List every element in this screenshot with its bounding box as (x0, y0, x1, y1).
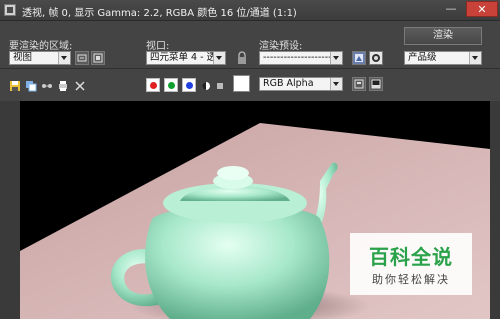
auto-region-icon[interactable] (91, 51, 105, 65)
watermark-subtitle: 助你轻松解决 (372, 273, 450, 286)
preset-label: 渲染预设: (259, 41, 303, 52)
toggle-ui-icon[interactable] (352, 77, 366, 91)
chevron-down-icon (213, 52, 225, 64)
area-label: 要渲染的区域: (9, 41, 73, 52)
copy-image-icon[interactable] (25, 80, 37, 92)
toggle-overlay-icon[interactable] (369, 77, 383, 91)
panel-divider (0, 68, 500, 69)
preset-dropdown[interactable]: -------------------------- (259, 51, 343, 65)
title-bar: 透视, 帧 0, 显示 Gamma: 2.2, RGBA 颜色 16 位/通道 … (0, 0, 500, 21)
watermark: 百科全说 助你轻松解决 (350, 233, 472, 295)
teapot-knob-top (217, 166, 249, 180)
viewport-dropdown[interactable]: 四元菜单 4 - 透视 (146, 51, 226, 65)
blue-dot-icon (186, 82, 193, 89)
chevron-down-icon (58, 52, 70, 64)
blue-channel-toggle[interactable] (182, 78, 196, 92)
quality-dropdown[interactable]: 产品级 (404, 51, 482, 65)
red-channel-toggle[interactable] (146, 78, 160, 92)
edit-region-icon[interactable] (75, 51, 89, 65)
alpha-display-icon[interactable] (200, 80, 212, 92)
area-dropdown-value: 视图 (13, 52, 33, 63)
close-button[interactable]: ✕ (466, 1, 498, 17)
quality-dropdown-value: 产品级 (408, 52, 437, 63)
channel-dropdown-value: RGB Alpha (263, 78, 314, 89)
green-channel-toggle[interactable] (164, 78, 178, 92)
chevron-down-icon (330, 52, 342, 64)
render-setup-icon[interactable] (352, 51, 366, 65)
watermark-title: 百科全说 (369, 245, 453, 269)
app-icon (4, 4, 16, 16)
print-icon[interactable] (57, 80, 69, 92)
color-swatch[interactable] (233, 75, 250, 92)
red-dot-icon (150, 82, 157, 89)
channel-dropdown[interactable]: RGB Alpha (259, 77, 343, 91)
chevron-down-icon (469, 52, 481, 64)
lock-icon[interactable] (236, 51, 248, 65)
render-settings-panel: 要渲染的区域: 视图 视口: 四元菜单 4 - 透视 渲染预设: -------… (0, 21, 500, 101)
viewport-label: 视口: (146, 41, 170, 52)
chevron-down-icon (330, 78, 342, 90)
clear-icon[interactable] (74, 80, 86, 92)
save-image-icon[interactable] (9, 80, 21, 92)
green-dot-icon (168, 82, 175, 89)
minimize-button[interactable]: — (438, 1, 464, 17)
environment-icon[interactable] (369, 51, 383, 65)
area-dropdown[interactable]: 视图 (9, 51, 71, 65)
clone-frame-icon[interactable] (41, 80, 53, 92)
render-button[interactable]: 渲染 (404, 27, 482, 45)
viewport-left-margin (0, 101, 20, 319)
viewport-right-margin (490, 101, 500, 319)
window-title: 透视, 帧 0, 显示 Gamma: 2.2, RGBA 颜色 16 位/通道 … (22, 8, 297, 19)
mono-icon[interactable] (215, 81, 225, 91)
